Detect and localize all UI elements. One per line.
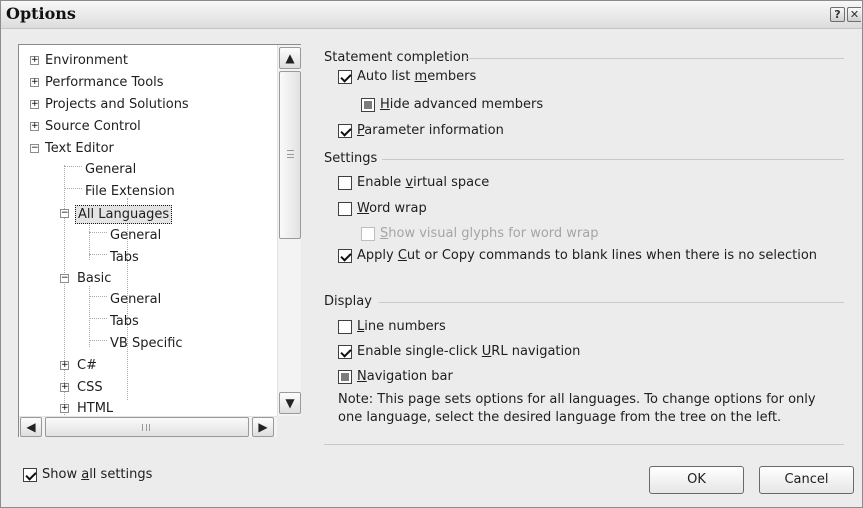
tree-connector: [64, 166, 82, 167]
grip-icon: [142, 424, 150, 431]
scroll-right-icon[interactable]: ▶: [252, 417, 274, 437]
tree-item-label: Basic: [77, 271, 112, 286]
navigation-bar-label[interactable]: Navigation bar: [357, 368, 453, 386]
collapse-icon[interactable]: −: [60, 274, 69, 283]
tree-connector: [89, 254, 107, 255]
collapse-icon[interactable]: −: [60, 209, 69, 218]
tree-item-label: General: [110, 228, 162, 243]
word-wrap-label[interactable]: Word wrap: [357, 200, 427, 218]
footer-divider: [324, 444, 844, 445]
tree-connector: [89, 232, 107, 233]
statement-completion-header: Statement completion: [324, 50, 470, 65]
expand-icon[interactable]: +: [60, 383, 69, 392]
expand-icon[interactable]: +: [30, 100, 39, 109]
tree-item-label: CSS: [77, 380, 103, 395]
single-click-url-checkbox[interactable]: [338, 345, 352, 359]
horizontal-scrollbar[interactable]: ◀ ▶: [19, 416, 301, 437]
tree-item-label: All Languages: [75, 205, 173, 224]
scroll-left-icon[interactable]: ◀: [20, 417, 42, 437]
tree-item-label: C#: [77, 358, 97, 373]
note-text: Note: This page sets options for all lan…: [338, 392, 816, 425]
scroll-down-icon[interactable]: ▼: [279, 392, 301, 414]
line-numbers-checkbox[interactable]: [338, 320, 352, 334]
tree-connector: [64, 165, 65, 417]
close-button[interactable]: ✕: [847, 7, 861, 22]
dialog-title: Options: [6, 4, 76, 23]
navigation-bar-checkbox[interactable]: [338, 370, 352, 384]
title-bar[interactable]: Options ? ✕: [1, 1, 862, 29]
scroll-up-icon[interactable]: ▲: [279, 47, 301, 69]
enable-virtual-space-checkbox[interactable]: [338, 176, 352, 190]
apply-cut-copy-checkbox[interactable]: [338, 249, 352, 263]
collapse-icon[interactable]: −: [30, 144, 39, 153]
expand-icon[interactable]: +: [30, 122, 39, 131]
vertical-scrollbar[interactable]: ▲ ▼: [277, 45, 301, 416]
single-click-url-label[interactable]: Enable single-click URL navigation: [357, 343, 580, 361]
tree-item-label: Performance Tools: [45, 75, 164, 90]
auto-list-members-label[interactable]: Auto list members: [357, 68, 476, 86]
ok-button[interactable]: OK: [649, 466, 744, 494]
show-visual-glyphs-label[interactable]: Show visual glyphs for word wrap: [380, 225, 599, 243]
group-divider: [379, 302, 844, 303]
apply-cut-copy-label[interactable]: Apply Cut or Copy commands to blank line…: [357, 247, 817, 265]
expand-icon[interactable]: +: [60, 404, 69, 413]
tree-item-label: General: [110, 292, 162, 307]
show-visual-glyphs-checkbox[interactable]: [361, 227, 375, 241]
tree-connector: [89, 296, 107, 297]
tree-item-label: Source Control: [45, 119, 141, 134]
tree-item-label: VB Specific: [110, 336, 183, 351]
tree-item-label: Tabs: [110, 250, 139, 265]
options-tree[interactable]: + Environment + Performance Tools + Proj…: [18, 44, 301, 437]
line-numbers-label[interactable]: Line numbers: [357, 318, 446, 336]
expand-icon[interactable]: +: [30, 56, 39, 65]
show-all-settings-checkbox[interactable]: [23, 468, 37, 482]
vertical-scroll-thumb[interactable]: [279, 71, 301, 239]
tree-item-label: General: [85, 162, 137, 177]
group-divider: [466, 58, 844, 59]
parameter-information-label[interactable]: Parameter information: [357, 122, 504, 140]
tree-item-label: Text Editor: [45, 141, 114, 156]
auto-list-members-checkbox[interactable]: [338, 70, 352, 84]
tree-connector: [64, 188, 82, 189]
help-button[interactable]: ?: [830, 7, 845, 22]
group-divider: [382, 159, 844, 160]
display-header: Display: [324, 294, 372, 309]
parameter-information-checkbox[interactable]: [338, 124, 352, 138]
tree-item-label: Projects and Solutions: [45, 97, 189, 112]
grip-icon: [287, 150, 294, 158]
scrollbar-corner: [277, 416, 301, 437]
expand-icon[interactable]: +: [60, 361, 69, 370]
options-dialog: Options ? ✕ + Environment + Performance …: [0, 0, 863, 508]
tree-item-label: Environment: [45, 53, 129, 68]
enable-virtual-space-label[interactable]: Enable virtual space: [357, 174, 489, 192]
tree-item-label: Tabs: [110, 314, 139, 329]
settings-header: Settings: [324, 151, 378, 166]
tree-connector: [89, 318, 107, 319]
show-all-settings-label[interactable]: Show all settings: [42, 466, 152, 484]
tree-item-label: File Extension: [85, 184, 175, 199]
hide-advanced-members-checkbox[interactable]: [361, 98, 375, 112]
cancel-button[interactable]: Cancel: [759, 466, 854, 494]
expand-icon[interactable]: +: [30, 78, 39, 87]
tree-connector: [89, 340, 107, 341]
horizontal-scroll-thumb[interactable]: [45, 417, 249, 437]
hide-advanced-members-label[interactable]: Hide advanced members: [380, 96, 543, 114]
word-wrap-checkbox[interactable]: [338, 202, 352, 216]
